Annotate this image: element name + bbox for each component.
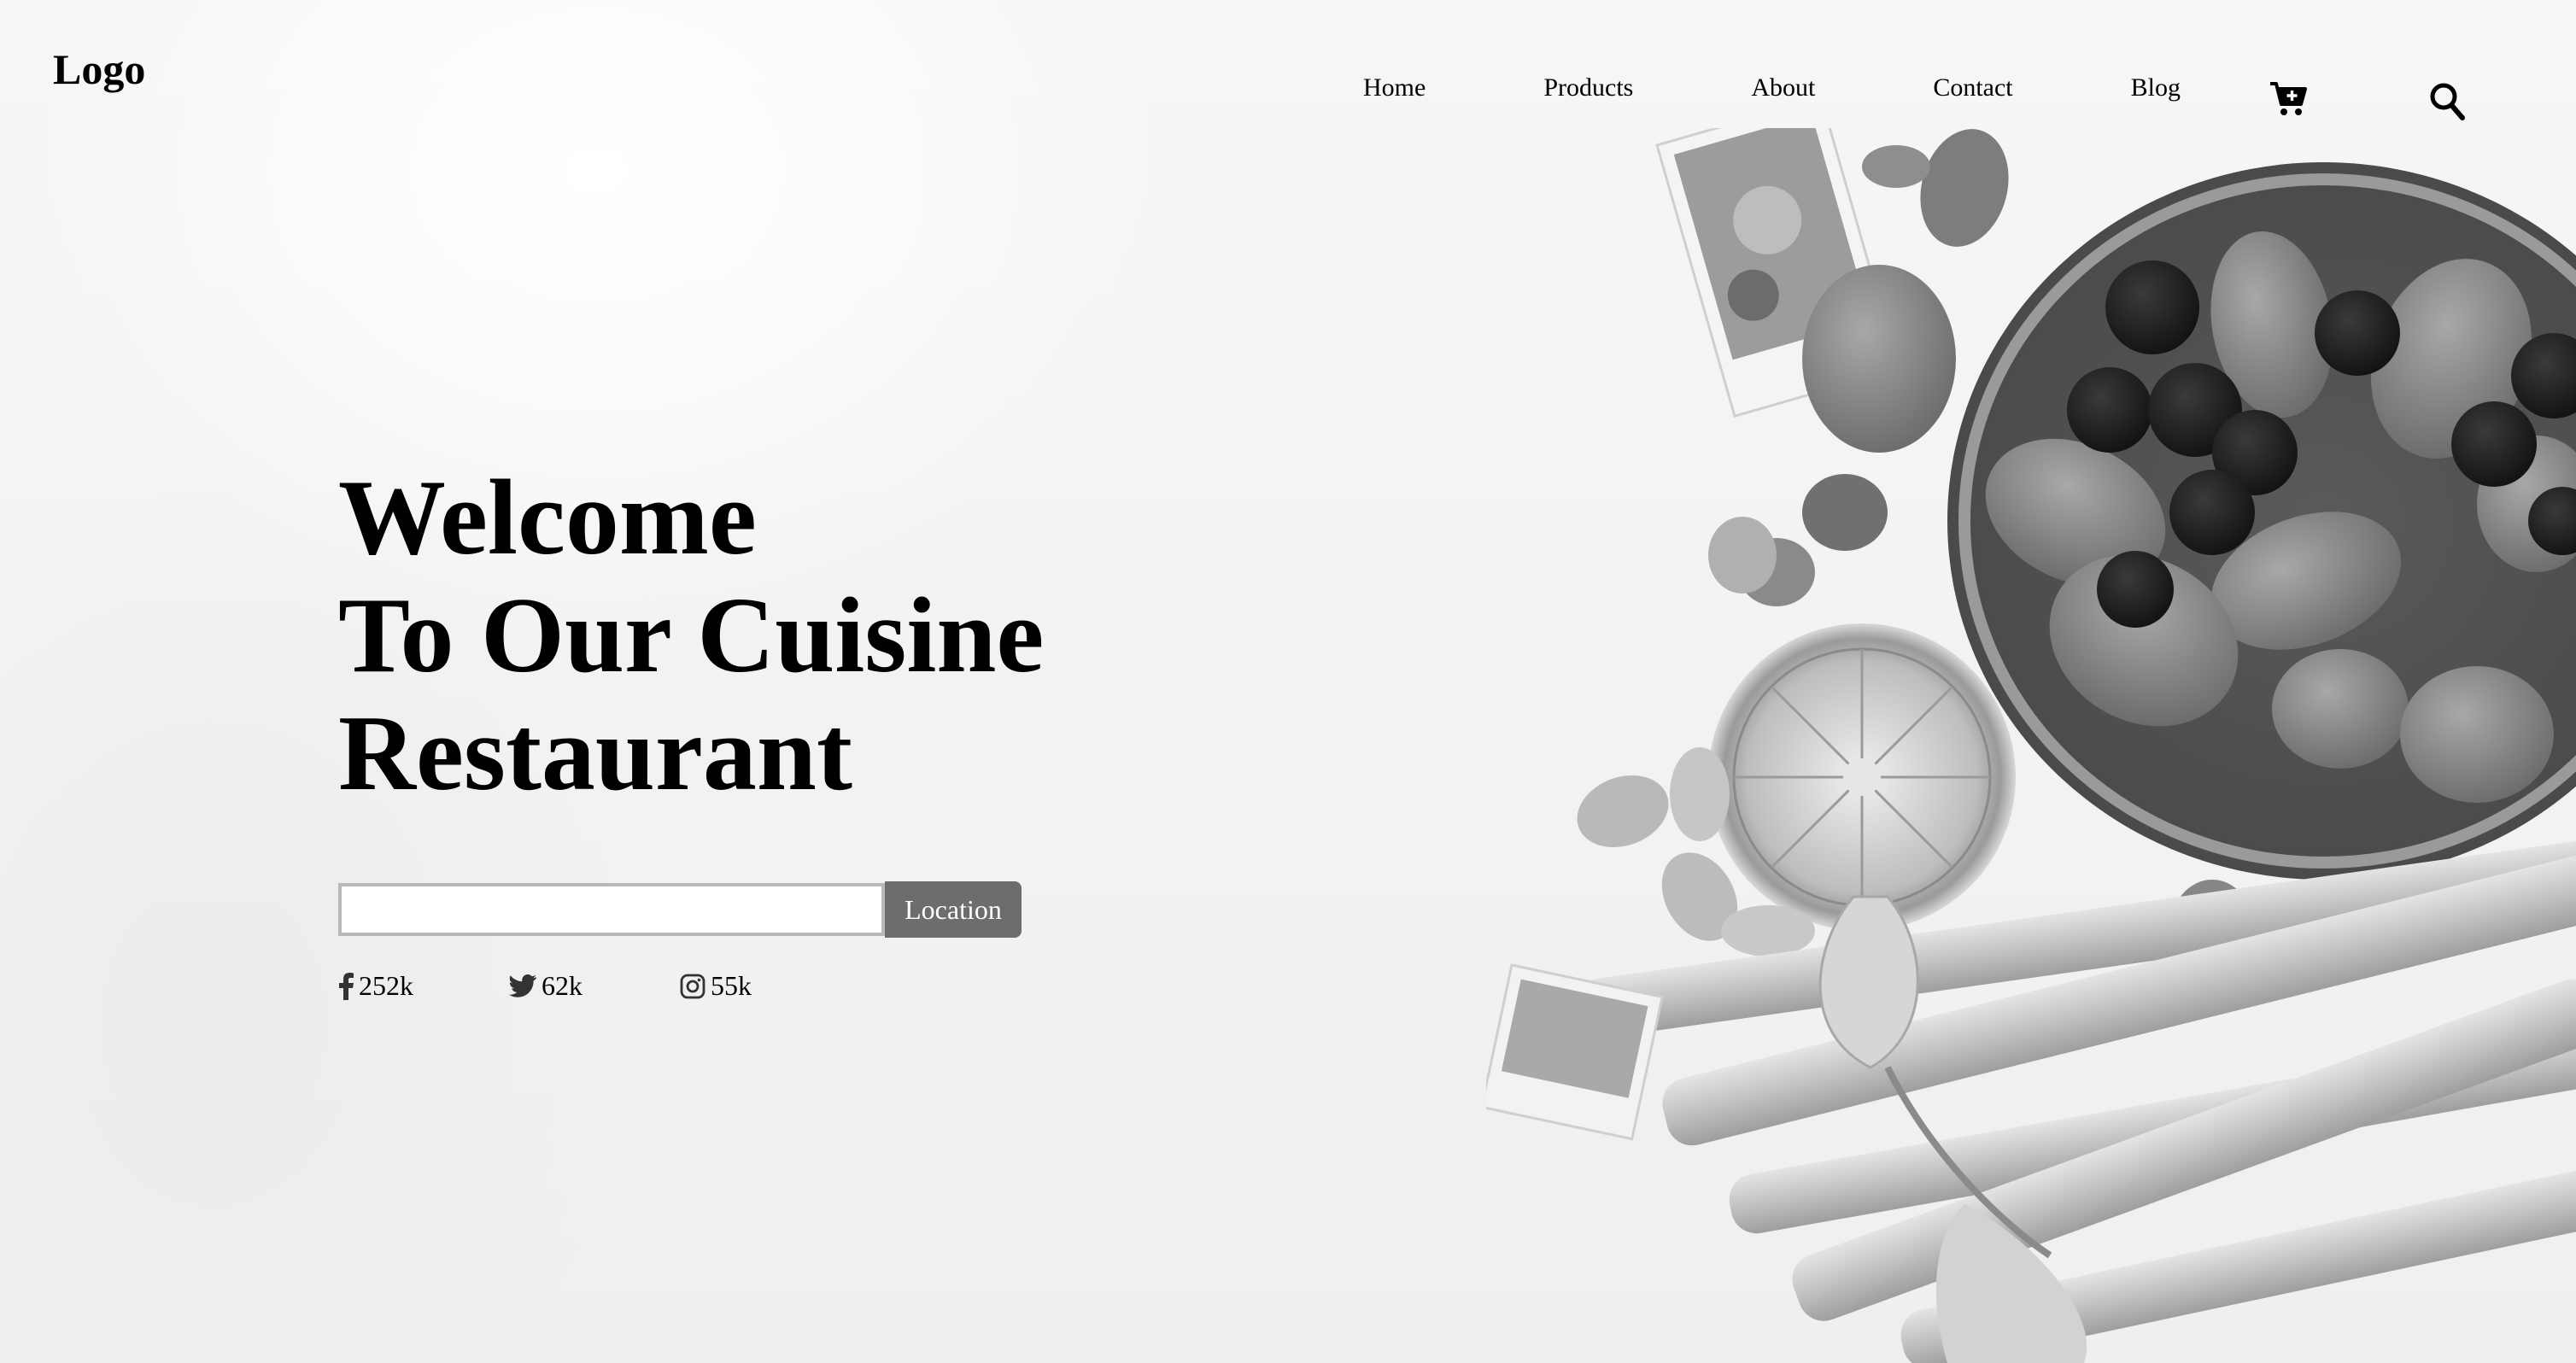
nav-home[interactable]: Home [1363, 73, 1426, 102]
nav-products[interactable]: Products [1543, 73, 1633, 102]
food-photo [1486, 128, 2576, 1363]
nav-blog[interactable]: Blog [2131, 73, 2181, 102]
facebook-count: 252k [359, 970, 413, 1001]
twitter-count: 62k [542, 970, 583, 1001]
facebook-link[interactable]: 252k [338, 970, 509, 1002]
twitter-link[interactable]: 62k [509, 970, 680, 1002]
instagram-count: 55k [711, 970, 752, 1001]
location-search-bar: Location [338, 881, 1022, 938]
facebook-icon [339, 972, 354, 1000]
twitter-icon [509, 974, 536, 997]
main-nav: Home Products About Contact Blog [1363, 73, 2181, 102]
instagram-link[interactable]: 55k [680, 970, 752, 1002]
landing-page: Logo Home Products About Contact Blog We… [0, 0, 2576, 1363]
location-button[interactable]: Location [885, 881, 1022, 938]
search-icon[interactable] [2429, 82, 2465, 121]
cart-icon[interactable] [2269, 79, 2308, 118]
hero-title-line-2: To Our Cuisine [338, 576, 1045, 695]
hero-title: Welcome To Our Cuisine Restaurant [338, 459, 1044, 813]
logo[interactable]: Logo [53, 44, 145, 94]
nav-contact[interactable]: Contact [1933, 73, 2012, 102]
hero-title-line-3: Restaurant [338, 694, 852, 813]
social-stats: 252k 62k 55k [338, 970, 752, 1002]
hero-title-line-1: Welcome [338, 459, 757, 577]
nav-about[interactable]: About [1751, 73, 1815, 102]
location-input[interactable] [338, 883, 885, 936]
instagram-icon [680, 974, 705, 998]
